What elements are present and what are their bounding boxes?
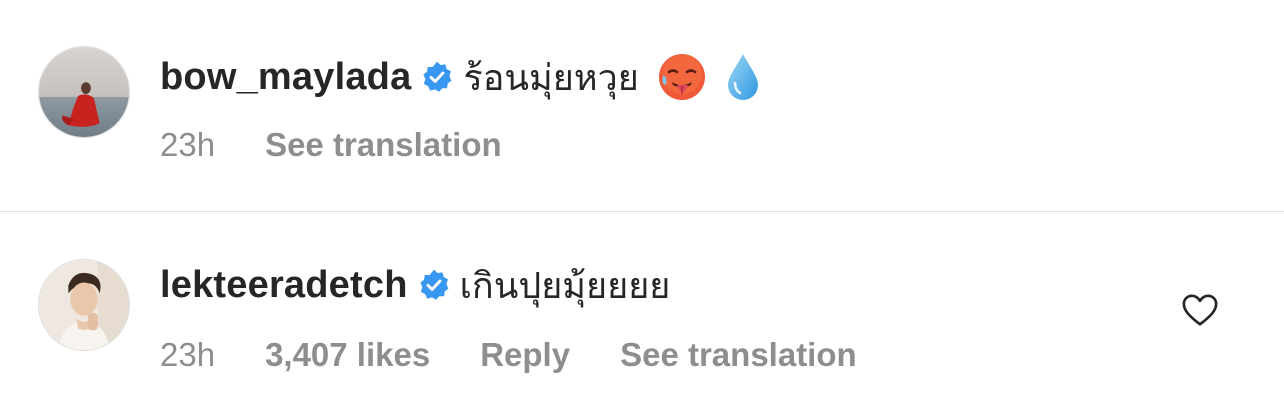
avatar-photo bbox=[39, 260, 129, 350]
comment-text: ร้อนมุ่ยหวุย bbox=[463, 57, 639, 99]
avatar[interactable] bbox=[38, 46, 130, 138]
avatar-photo bbox=[39, 47, 129, 137]
comment-time: 23h bbox=[160, 126, 216, 163]
username[interactable]: lekteeradetch bbox=[160, 264, 408, 307]
username[interactable]: bow_maylada bbox=[160, 56, 411, 99]
comment-text: เกินปุยมุ้ยยยย bbox=[459, 265, 671, 307]
comment-line: lekteeradetch เกินปุยมุ้ยยยย bbox=[160, 260, 670, 310]
see-translation-button[interactable]: See translation bbox=[620, 336, 857, 374]
comment-time: 23h bbox=[160, 336, 216, 373]
comment-item: lekteeradetch เกินปุยมุ้ยยยย 23h 3,407 l… bbox=[0, 212, 1284, 404]
reply-button[interactable]: Reply bbox=[480, 336, 570, 374]
likes-count-button[interactable]: 3,407 likes bbox=[265, 336, 430, 374]
verified-badge-icon bbox=[421, 61, 453, 93]
comment-item: bow_maylada ร้อนมุ่ยหวุย 23h See transla… bbox=[0, 0, 1284, 211]
hot-face-emoji bbox=[657, 52, 707, 102]
comment-line: bow_maylada ร้อนมุ่ยหวุย bbox=[160, 52, 761, 102]
see-translation-button[interactable]: See translation bbox=[265, 126, 502, 164]
comment-meta: 23h 3,407 likes Reply See translation bbox=[160, 334, 857, 376]
heart-outline-icon[interactable] bbox=[1181, 292, 1219, 330]
comment-meta: 23h See translation bbox=[160, 124, 502, 166]
verified-badge-icon bbox=[418, 269, 450, 301]
avatar[interactable] bbox=[38, 259, 130, 351]
droplet-emoji bbox=[725, 52, 761, 102]
